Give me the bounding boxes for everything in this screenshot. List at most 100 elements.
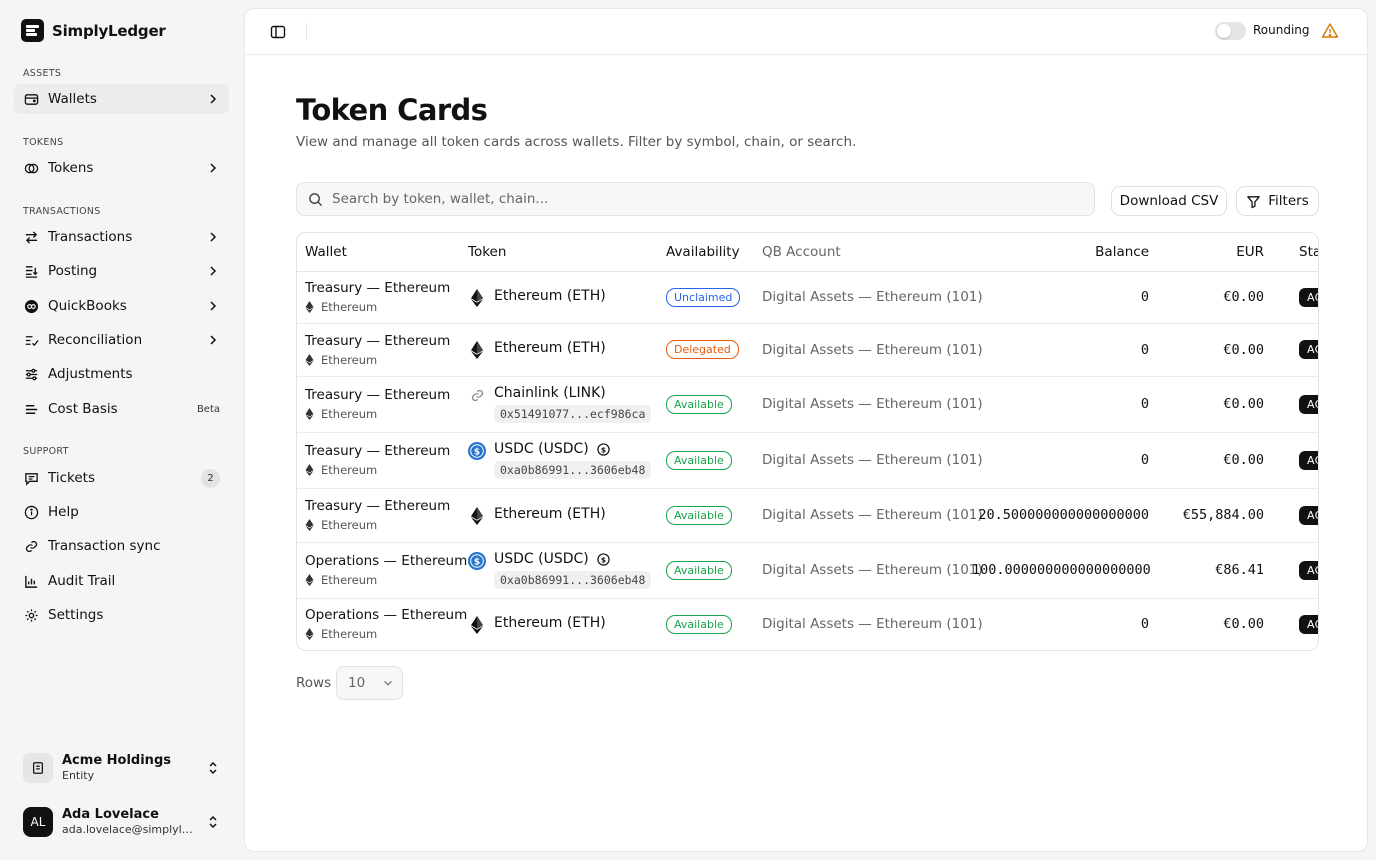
wallet-chain: Ethereum [305, 300, 452, 314]
entity-switcher[interactable]: Acme Holdings Entity [14, 748, 229, 788]
table-row[interactable]: Operations — Ethereum Ethereum $ USDC (USDC… [297, 542, 1318, 599]
filters-button[interactable]: Filters [1236, 186, 1319, 216]
sidebar-item-transactions[interactable]: Transactions [14, 222, 229, 252]
sidebar-item-label: Help [48, 504, 79, 520]
table-row[interactable]: Treasury — Ethereum Ethereum Ethereum (ETH… [297, 488, 1318, 543]
token-name[interactable]: USDC (USDC) [494, 551, 589, 567]
status-badge: ACTIVE [1299, 505, 1318, 525]
eur-cell: €0.00 [1157, 323, 1272, 377]
token-contract-address[interactable]: 0x51491077...ecf986ca [494, 405, 652, 423]
message-icon [23, 470, 39, 486]
topbar-divider [306, 23, 307, 40]
svg-text:$: $ [474, 558, 480, 568]
wallet-cell: Treasury — Ethereum Ethereum [297, 376, 460, 433]
page-subtitle: View and manage all token cards across w… [296, 134, 857, 150]
availability-cell: Unclaimed [658, 271, 754, 324]
sidebar-item-label: Audit Trail [48, 573, 116, 589]
sidebar-item-audit-trail[interactable]: Audit Trail [14, 566, 229, 596]
sidebar-toggle-icon[interactable] [269, 23, 287, 41]
wallet-name[interactable]: Treasury — Ethereum [305, 498, 452, 514]
usdc-token-icon: $ [468, 442, 486, 460]
token-contract-address[interactable]: 0xa0b86991...3606eb48 [494, 461, 652, 479]
wallet-name[interactable]: Treasury — Ethereum [305, 443, 452, 459]
table-row[interactable]: Treasury — Ethereum Ethereum Ethereum (ETH… [297, 271, 1318, 324]
sidebar-item-tickets[interactable]: Tickets 2 [14, 463, 229, 493]
rows-per-page-select[interactable]: 10 [336, 666, 403, 700]
wallet-cell: Operations — Ethereum Ethereum [297, 598, 467, 650]
token-name[interactable]: Ethereum (ETH) [494, 506, 606, 522]
column-header-balance[interactable]: Balance [964, 233, 1157, 272]
eur-cell: €0.00 [1157, 376, 1272, 433]
status-badge: ACTIVE [1299, 340, 1318, 359]
ethereum-icon [305, 574, 314, 586]
wallet-name[interactable]: Treasury — Ethereum [305, 333, 452, 349]
balance-cell: 20.500000000000000000 [964, 488, 1157, 543]
sidebar-item-label: Cost Basis [48, 401, 118, 417]
wallet-name[interactable]: Operations — Ethereum [305, 553, 467, 569]
availability-badge: Unclaimed [666, 287, 741, 307]
sidebar-item-settings[interactable]: Settings [14, 600, 229, 630]
token-name[interactable]: Chainlink (LINK) [494, 385, 606, 401]
column-header-availability[interactable]: Availability [658, 233, 754, 272]
sidebar-item-transaction-sync[interactable]: Transaction sync [14, 531, 229, 561]
sidebar-item-help[interactable]: Help [14, 497, 229, 527]
chevron-right-icon [206, 161, 220, 175]
qb-account-cell: Digital Assets — Ethereum (101) [754, 488, 983, 543]
column-header-eur[interactable]: EUR [1157, 233, 1272, 272]
sidebar-item-adjustments[interactable]: Adjustments [14, 359, 229, 389]
rounding-toggle[interactable] [1215, 22, 1246, 40]
chevron-up-down-icon [206, 761, 220, 775]
table-row[interactable]: Treasury — Ethereum Ethereum Chainlink (LI… [297, 376, 1318, 433]
wallet-chain: Ethereum [305, 518, 452, 532]
availability-cell: Available [658, 542, 754, 599]
topbar: Rounding [245, 9, 1367, 55]
availability-cell: Available [658, 376, 754, 433]
qb-account-cell: Digital Assets — Ethereum (101) [762, 616, 983, 633]
warning-icon[interactable] [1321, 22, 1339, 40]
table-row[interactable]: Treasury — Ethereum Ethereum Ethereum (ETH… [297, 323, 1318, 377]
token-name[interactable]: Ethereum (ETH) [494, 340, 606, 356]
sidebar-item-reconciliation[interactable]: Reconciliation [14, 325, 229, 355]
wallet-name[interactable]: Treasury — Ethereum [305, 280, 452, 296]
wallet-name[interactable]: Treasury — Ethereum [305, 387, 452, 403]
page-title: Token Cards [296, 93, 488, 127]
sidebar-item-posting[interactable]: Posting [14, 256, 229, 286]
entity-type: Entity [62, 769, 95, 783]
table-row[interactable]: Treasury — Ethereum Ethereum $ USDC (USDC) $… [297, 432, 1318, 489]
sidebar-item-wallets[interactable]: Wallets [14, 84, 229, 114]
token-name[interactable]: Ethereum (ETH) [494, 288, 606, 304]
brand[interactable]: SimplyLedger [21, 19, 166, 42]
chain-name: Ethereum [321, 518, 378, 532]
table-row[interactable]: Operations — Ethereum Ethereum Ethereum (E… [297, 598, 1318, 650]
balance-cell: 0 [964, 432, 1157, 489]
wallet-icon [23, 91, 39, 107]
token-contract-address[interactable]: 0xa0b86991...3606eb48 [494, 571, 652, 589]
sidebar-item-cost-basis[interactable]: Cost Basis Beta [14, 394, 229, 424]
column-header-wallet[interactable]: Wallet [297, 233, 460, 272]
eth-token-icon [468, 615, 486, 634]
user-menu[interactable]: AL Ada Lovelace ada.lovelace@simplyledge… [14, 802, 229, 842]
svg-text:$: $ [601, 555, 606, 564]
balance-cell: 0 [1140, 616, 1149, 633]
sidebar-item-tokens[interactable]: Tokens [14, 153, 229, 183]
chevron-right-icon [206, 264, 220, 278]
column-header-token[interactable]: Token [460, 233, 658, 272]
column-header-qb-account[interactable]: QB Account [754, 233, 964, 272]
status-cell: ACTIVE [1272, 432, 1318, 489]
qb-account-cell: Digital Assets — Ethereum (101) [754, 323, 983, 377]
search-input[interactable] [332, 191, 1094, 207]
wallet-name[interactable]: Operations — Ethereum [305, 607, 467, 623]
token-cell: Ethereum (ETH) [460, 271, 658, 324]
token-name[interactable]: USDC (USDC) [494, 441, 589, 457]
rows-per-page-value: 10 [348, 675, 366, 691]
ethereum-icon [305, 464, 314, 476]
download-csv-button[interactable]: Download CSV [1111, 186, 1227, 216]
building-icon [23, 753, 53, 783]
column-header-status[interactable]: Status [1272, 233, 1318, 272]
chart-bars-icon [23, 573, 39, 589]
chevron-right-icon [206, 92, 220, 106]
status-cell: ACTIVE [1272, 598, 1318, 650]
sidebar-item-quickbooks[interactable]: QuickBooks [14, 291, 229, 321]
token-name[interactable]: Ethereum (ETH) [494, 615, 606, 631]
wallet-chain: Ethereum [305, 353, 452, 367]
